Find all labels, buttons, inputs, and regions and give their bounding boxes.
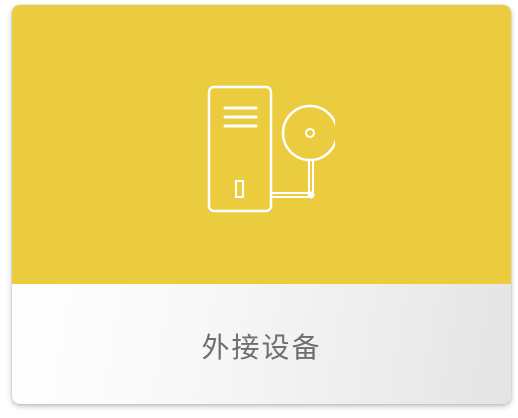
computer-tower-icon <box>207 85 273 213</box>
external-device-icon <box>195 80 335 215</box>
card-icon-area <box>12 5 511 284</box>
card-label: 外接设备 <box>201 331 322 364</box>
card-label-area: 外接设备 <box>12 284 511 404</box>
external-device-card[interactable]: 外接设备 <box>12 5 511 404</box>
page: 外接设备 <box>0 0 518 418</box>
disc-icon <box>281 104 335 162</box>
